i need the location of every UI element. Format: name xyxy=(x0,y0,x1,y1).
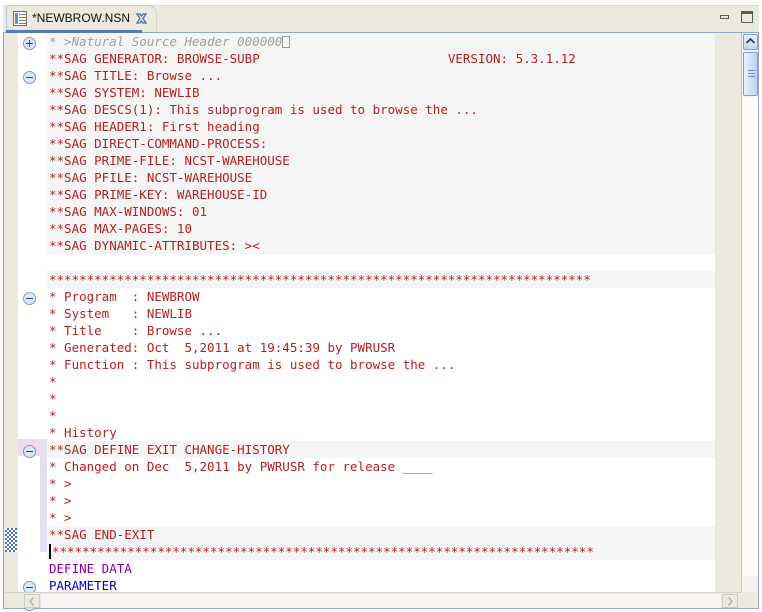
code-line-text: **SAG TITLE: Browse ... xyxy=(49,68,223,83)
code-line-text: * xyxy=(49,408,57,423)
code-line[interactable]: * >Natural Source Header 000000 xyxy=(47,33,715,50)
code-line[interactable]: * History xyxy=(47,424,715,441)
code-line-text: * History xyxy=(49,425,117,440)
chevron-left-icon[interactable] xyxy=(24,594,40,608)
code-line[interactable]: **SAG DYNAMIC-ATTRIBUTES: >< xyxy=(47,237,715,254)
window-controls xyxy=(718,11,754,23)
code-line-text: * xyxy=(49,391,57,406)
code-line[interactable]: **SAG END-EXIT xyxy=(47,526,715,543)
code-line-text: ****************************************… xyxy=(49,272,591,287)
editor-tab-newbrow[interactable]: *NEWBROW.NSN xyxy=(6,5,158,31)
maximize-icon[interactable] xyxy=(740,11,754,23)
code-line[interactable]: **SAG DEFINE EXIT CHANGE-HISTORY xyxy=(47,441,715,458)
code-line-text: **SAG DYNAMIC-ATTRIBUTES: >< xyxy=(49,238,260,253)
code-line[interactable]: * > xyxy=(47,509,715,526)
code-line-text: **SAG DIRECT-COMMAND-PROCESS: xyxy=(49,136,268,151)
vertical-scrollbar-thumb[interactable] xyxy=(743,52,758,96)
code-line[interactable]: **SAG MAX-WINDOWS: 01 xyxy=(47,203,715,220)
minimize-icon[interactable] xyxy=(718,11,732,23)
changed-line-marker-fill xyxy=(40,439,47,552)
code-line-text: **SAG END-EXIT xyxy=(49,527,155,542)
code-text-area[interactable]: * >Natural Source Header 000000 **SAG GEN… xyxy=(47,33,715,594)
code-line-text: * xyxy=(49,374,57,389)
fold-toggle-expanded-header[interactable] xyxy=(23,71,36,84)
code-line[interactable]: **SAG SYSTEM: NEWLIB xyxy=(47,84,715,101)
code-line-text: **SAG DEFINE EXIT CHANGE-HISTORY xyxy=(49,442,290,457)
code-line[interactable]: **SAG MAX-PAGES: 10 xyxy=(47,220,715,237)
chevron-up-icon[interactable] xyxy=(743,34,758,50)
fold-toggle-collapsed[interactable] xyxy=(23,37,36,50)
code-line[interactable]: * Function : This subprogram is used to … xyxy=(47,356,715,373)
code-line-text: * System : NEWLIB xyxy=(49,306,192,321)
source-editor: * >Natural Source Header 000000 **SAG GEN… xyxy=(3,32,759,611)
code-line[interactable]: * Generated: Oct 5,2011 at 19:45:39 by P… xyxy=(47,339,715,356)
horizontal-scrollbar[interactable] xyxy=(4,592,758,608)
code-line[interactable]: ****************************************… xyxy=(47,271,715,288)
editor-window: *NEWBROW.NSN * >Natural Source Header 00… xyxy=(0,0,762,612)
code-line-text: **SAG DESCS(1): This subprogram is used … xyxy=(49,102,478,117)
chevron-right-icon[interactable] xyxy=(722,594,738,608)
code-line-text: **SAG MAX-WINDOWS: 01 xyxy=(49,204,208,219)
code-line-text: * > xyxy=(49,493,72,508)
folding-gutter[interactable] xyxy=(18,33,40,611)
code-line-text: **SAG PRIME-KEY: WAREHOUSE-ID xyxy=(49,187,268,202)
code-line[interactable]: * Title : Browse ... xyxy=(47,322,715,339)
code-line[interactable]: **SAG DIRECT-COMMAND-PROCESS: xyxy=(47,135,715,152)
code-line[interactable]: * > xyxy=(47,492,715,509)
horizontal-scrollbar-track[interactable] xyxy=(41,594,721,608)
code-line[interactable]: * xyxy=(47,407,715,424)
code-line-text: * Title : Browse ... xyxy=(49,323,223,338)
code-line[interactable]: **SAG PRIME-FILE: NCST-WAREHOUSE xyxy=(47,152,715,169)
code-line[interactable]: * System : NEWLIB xyxy=(47,305,715,322)
code-line-text: **SAG PFILE: NCST-WAREHOUSE xyxy=(49,170,253,185)
code-line[interactable]: * xyxy=(47,373,715,390)
code-line[interactable]: * xyxy=(47,390,715,407)
fold-toggle-expanded-comment[interactable] xyxy=(23,292,36,305)
text-caret xyxy=(49,544,51,559)
code-line-text: * Program : NEWBROW xyxy=(49,289,200,304)
overview-ruler[interactable] xyxy=(4,33,18,594)
code-line-text: PARAMETER xyxy=(49,578,117,593)
editor-tab-label: *NEWBROW.NSN xyxy=(32,11,131,25)
close-icon[interactable] xyxy=(135,12,148,25)
code-line[interactable]: **SAG HEADER1: First heading xyxy=(47,118,715,135)
code-line[interactable]: * Changed on Dec 5,2011 by PWRUSR for re… xyxy=(47,458,715,475)
scrollbar-corner xyxy=(741,592,758,608)
quick-diff-marker[interactable] xyxy=(5,528,17,552)
code-line-text: * > xyxy=(49,510,72,525)
code-line-text: **SAG PRIME-FILE: NCST-WAREHOUSE xyxy=(49,153,290,168)
code-line-text: * Changed on Dec 5,2011 by PWRUSR for re… xyxy=(49,459,433,474)
code-line[interactable]: **SAG TITLE: Browse ... xyxy=(47,67,715,84)
control-char-box xyxy=(282,36,291,48)
code-line-text: **SAG GENERATOR: BROWSE-SUBP VERSION: 5.… xyxy=(49,51,576,66)
tab-selection-underline xyxy=(6,30,142,33)
code-line-text: * >Natural Source Header 000000 xyxy=(49,34,283,49)
code-line[interactable]: **SAG DESCS(1): This subprogram is used … xyxy=(47,101,715,118)
changed-line-marker xyxy=(40,33,47,594)
code-line-text: **SAG HEADER1: First heading xyxy=(49,119,260,134)
code-line-text: DEFINE DATA xyxy=(49,561,132,576)
natural-source-file-icon xyxy=(13,11,27,26)
code-line[interactable]: * > xyxy=(47,475,715,492)
code-line[interactable]: DEFINE DATA xyxy=(47,560,715,577)
code-line-text: **SAG SYSTEM: NEWLIB xyxy=(49,85,200,100)
code-line[interactable]: **SAG PRIME-KEY: WAREHOUSE-ID xyxy=(47,186,715,203)
code-line-text: ****************************************… xyxy=(52,544,594,559)
code-line[interactable]: ****************************************… xyxy=(47,543,715,560)
code-line[interactable]: * Program : NEWBROW xyxy=(47,288,715,305)
vertical-scrollbar[interactable] xyxy=(741,33,758,594)
code-line-text: **SAG MAX-PAGES: 10 xyxy=(49,221,192,236)
code-line[interactable] xyxy=(47,254,715,271)
fold-toggle-expanded-history[interactable] xyxy=(23,445,36,458)
code-line-text: * Function : This subprogram is used to … xyxy=(49,357,456,372)
code-line[interactable]: **SAG GENERATOR: BROWSE-SUBP VERSION: 5.… xyxy=(47,50,715,67)
editor-tab-bar: *NEWBROW.NSN xyxy=(0,0,762,34)
code-line-text: * > xyxy=(49,476,72,491)
vertical-scrollbar-track[interactable] xyxy=(743,97,758,576)
code-line-text: * Generated: Oct 5,2011 at 19:45:39 by P… xyxy=(49,340,396,355)
code-line[interactable]: **SAG PFILE: NCST-WAREHOUSE xyxy=(47,169,715,186)
